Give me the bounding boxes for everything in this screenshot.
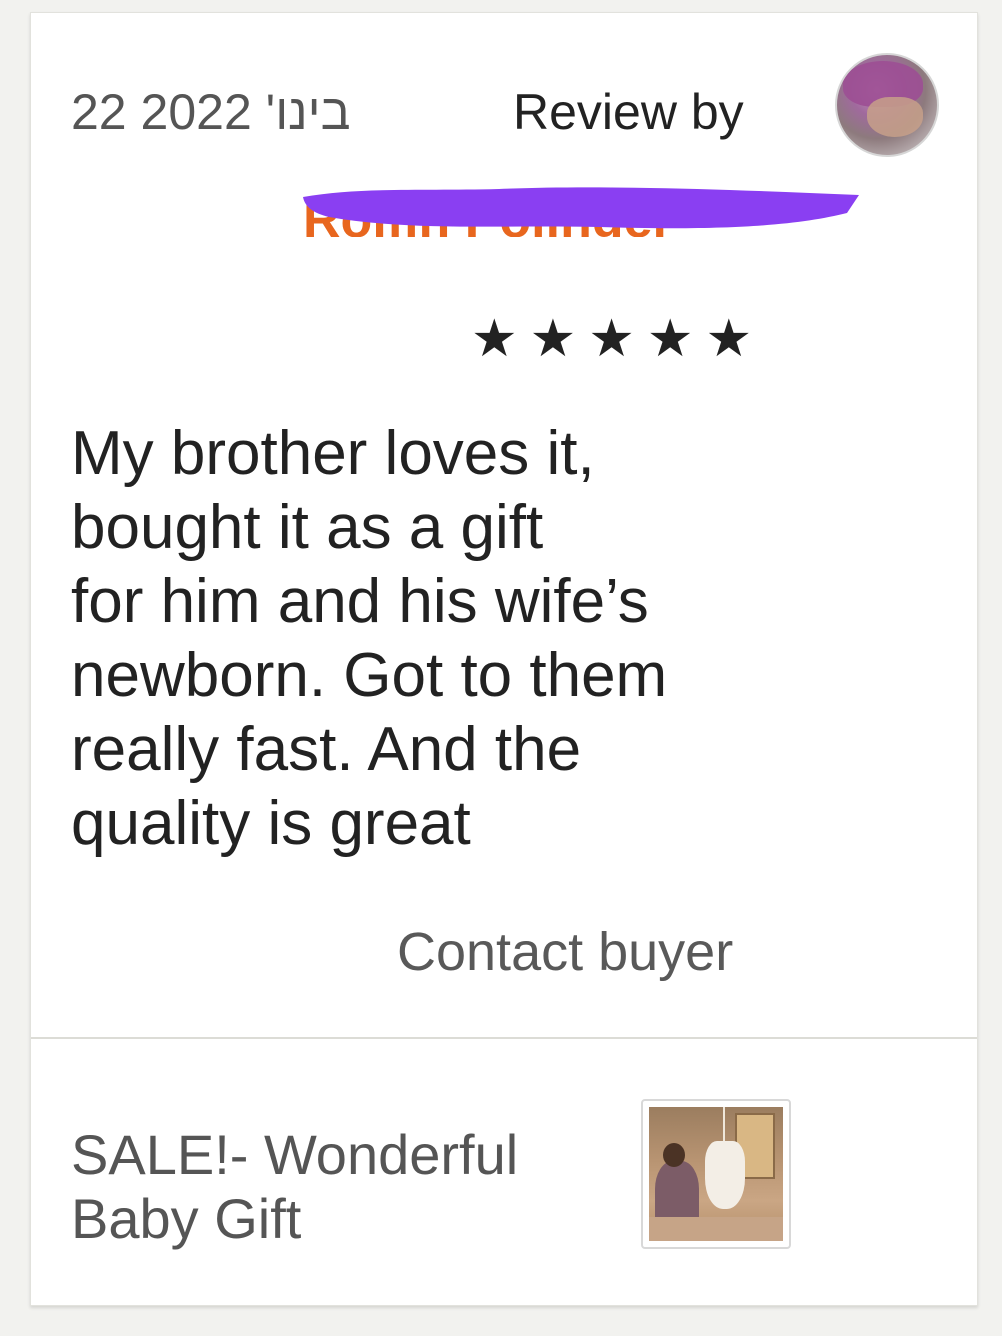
thumbnail-head [663,1143,685,1167]
review-date: 22 בינו' 2022 [71,84,351,140]
star-rating: ★ ★ ★ ★ ★ [471,313,752,365]
reviewer-avatar[interactable] [835,53,939,157]
thumbnail-hammock [705,1141,745,1209]
divider [31,1037,977,1039]
listing-thumbnail[interactable] [641,1099,791,1249]
star-icon: ★ [588,309,635,369]
star-icon: ★ [529,309,577,369]
star-icon: ★ [705,309,753,369]
star-icon: ★ [471,309,518,369]
redaction-mark [303,187,859,229]
thumbnail-rope [723,1107,725,1143]
listing-title[interactable]: SALE!- Wonderful Baby Gift [71,1123,591,1251]
review-card: 22 בינו' 2022 Review by Rolfin Polinger … [30,12,978,1306]
listing-thumbnail-image [649,1107,783,1241]
review-text: My brother loves it, bought it as a gift… [71,419,668,858]
thumbnail-floor [649,1217,783,1241]
contact-buyer-link[interactable]: Contact buyer [397,921,733,983]
review-by-label: Review by [513,84,744,140]
star-icon: ★ [646,309,694,369]
avatar-face [867,97,923,137]
